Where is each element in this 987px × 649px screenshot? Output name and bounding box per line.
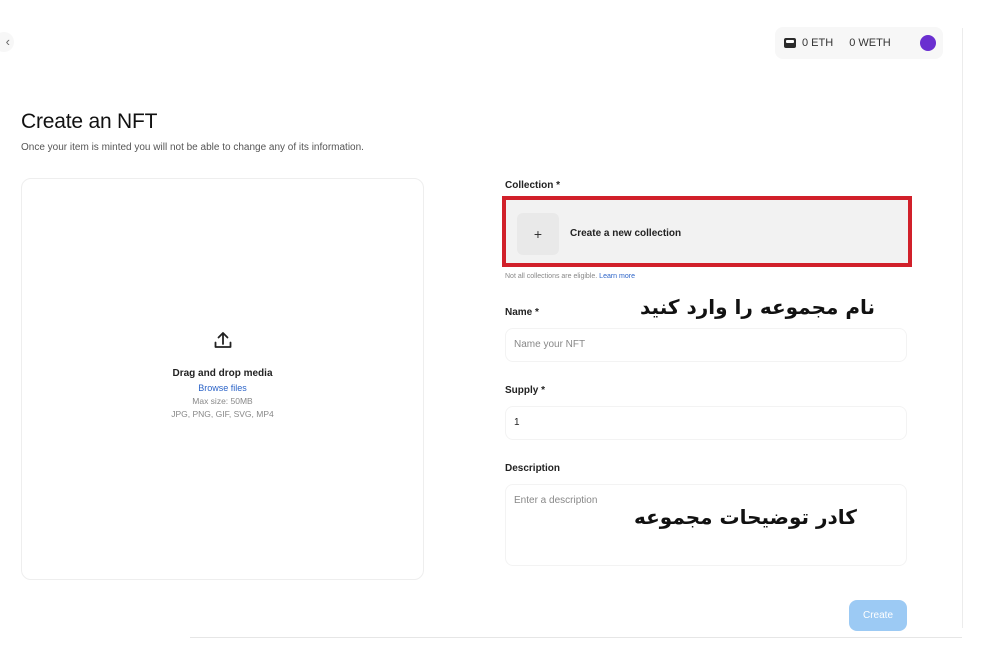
max-size-text: Max size: 50MB bbox=[192, 396, 253, 406]
avatar[interactable] bbox=[920, 35, 936, 51]
drop-title: Drag and drop media bbox=[172, 368, 273, 379]
upload-icon bbox=[214, 332, 232, 348]
supply-input[interactable]: 1 bbox=[505, 406, 907, 440]
weth-balance: 0 WETH bbox=[849, 37, 891, 49]
page-subtitle: Once your item is minted you will not be… bbox=[21, 142, 364, 153]
collection-label: Collection * bbox=[505, 180, 561, 191]
create-collection-button[interactable]: + Create a new collection bbox=[502, 196, 912, 267]
supported-formats-text: JPG, PNG, GIF, SVG, MP4 bbox=[171, 409, 274, 419]
eth-balance: 0 ETH bbox=[802, 37, 834, 49]
wallet-balance[interactable]: 0 ETH 0 WETH bbox=[775, 27, 943, 59]
name-label: Name * bbox=[505, 307, 539, 318]
window-edge-divider bbox=[962, 28, 963, 628]
create-button[interactable]: Create bbox=[849, 600, 907, 631]
eligibility-text: Not all collections are eligible. bbox=[505, 273, 598, 280]
wallet-icon bbox=[784, 38, 796, 48]
browse-files-link[interactable]: Browse files bbox=[22, 383, 423, 393]
media-drop-zone[interactable]: Drag and drop media Browse files Max siz… bbox=[21, 178, 424, 580]
chevron-left-icon[interactable]: ‹ bbox=[0, 32, 14, 52]
plus-icon: + bbox=[517, 213, 559, 255]
collection-eligibility-note: Not all collections are eligible. Learn … bbox=[505, 273, 635, 280]
supply-label: Supply * bbox=[505, 385, 546, 396]
footer-divider bbox=[190, 637, 962, 638]
create-collection-label: Create a new collection bbox=[570, 228, 682, 239]
page-title: Create an NFT bbox=[21, 110, 158, 133]
learn-more-link[interactable]: Learn more bbox=[599, 273, 635, 280]
description-annotation: کادر توضیحات مجموعه bbox=[634, 505, 857, 529]
description-label: Description bbox=[505, 463, 561, 474]
name-input[interactable]: Name your NFT bbox=[505, 328, 907, 362]
name-annotation: نام مجموعه را وارد کنید bbox=[640, 295, 876, 319]
